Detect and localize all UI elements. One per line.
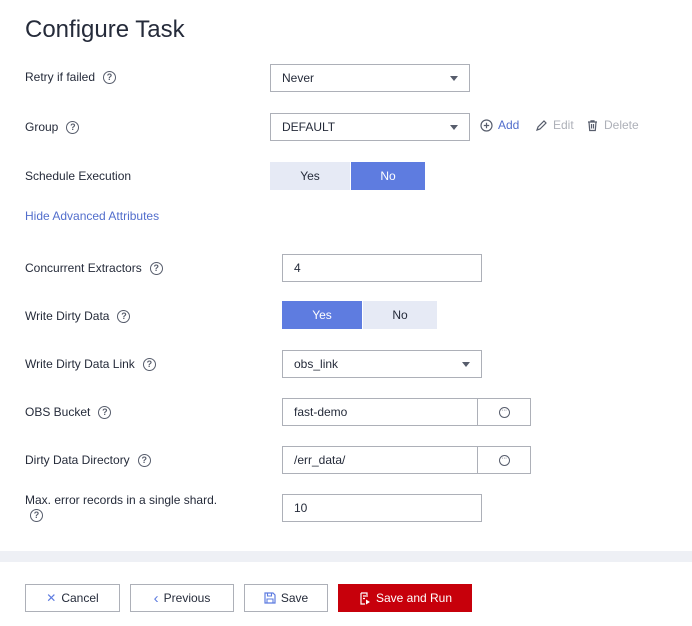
save-and-run-label: Save and Run — [375, 591, 453, 605]
concurrent-input-value: 4 — [294, 261, 301, 275]
group-label-row: Group ? — [25, 120, 80, 134]
dirty-link-label-row: Write Dirty Data Link ? — [25, 357, 156, 371]
save-label: Save — [280, 591, 309, 605]
help-icon[interactable]: ? — [30, 509, 43, 522]
dirty-data-yes-button[interactable]: Yes — [282, 301, 362, 329]
max-errors-label: Max. error records in a single shard. — [25, 493, 218, 507]
dirty-dir-input[interactable]: /err_data/ — [282, 446, 478, 474]
dirty-link-select-value: obs_link — [294, 357, 339, 371]
more-icon: ··· — [498, 454, 510, 466]
group-select[interactable]: DEFAULT — [270, 113, 470, 141]
schedule-label-row: Schedule Execution — [25, 169, 131, 183]
dirty-dir-input-value: /err_data/ — [294, 453, 346, 467]
obs-bucket-input[interactable]: fast-demo — [282, 398, 478, 426]
help-icon[interactable]: ? — [149, 261, 163, 275]
concurrent-input[interactable]: 4 — [282, 254, 482, 282]
help-icon[interactable]: ? — [66, 120, 80, 134]
dirty-dir-label: Dirty Data Directory — [25, 453, 130, 467]
page-title: Configure Task — [25, 16, 185, 43]
delete-label: Delete — [604, 118, 639, 132]
dirty-data-no-button[interactable]: No — [363, 301, 437, 329]
schedule-label: Schedule Execution — [25, 169, 132, 183]
save-and-run-button[interactable]: Save and Run — [338, 584, 472, 612]
max-errors-input[interactable]: 10 — [282, 494, 482, 522]
close-icon: ✕ — [46, 591, 57, 605]
dirty-data-label-row: Write Dirty Data ? — [25, 309, 131, 323]
trash-icon — [588, 119, 597, 131]
retry-select[interactable]: Never — [270, 64, 470, 92]
schedule-no-button[interactable]: No — [351, 162, 425, 190]
max-errors-input-value: 10 — [294, 501, 308, 515]
more-icon: ··· — [498, 406, 510, 418]
save-run-icon — [360, 591, 370, 605]
save-icon — [264, 592, 276, 604]
previous-button[interactable]: ‹ Previous — [130, 584, 234, 612]
retry-select-value: Never — [282, 71, 315, 85]
delete-group-button[interactable]: Delete — [586, 118, 639, 132]
obs-bucket-browse-button[interactable]: ··· — [478, 398, 531, 426]
dirty-link-label: Write Dirty Data Link — [25, 357, 135, 371]
group-select-value: DEFAULT — [282, 120, 336, 134]
help-icon[interactable]: ? — [137, 453, 151, 467]
add-circle-icon — [480, 118, 493, 132]
schedule-yes-button[interactable]: Yes — [270, 162, 350, 190]
retry-label-row: Retry if failed ? — [25, 70, 117, 84]
retry-label: Retry if failed — [25, 70, 96, 84]
hide-advanced-link[interactable]: Hide Advanced Attributes — [25, 209, 159, 223]
chevron-down-icon — [450, 76, 458, 81]
concurrent-label: Concurrent Extractors — [25, 261, 142, 275]
edit-group-button[interactable]: Edit — [535, 118, 574, 132]
help-icon[interactable]: ? — [98, 405, 112, 419]
edit-label: Edit — [553, 118, 574, 132]
max-errors-label-row: Max. error records in a single shard. ? — [25, 494, 235, 522]
obs-bucket-label: OBS Bucket — [25, 405, 91, 419]
help-icon[interactable]: ? — [117, 309, 131, 323]
group-label: Group — [25, 120, 59, 134]
obs-bucket-label-row: OBS Bucket ? — [25, 405, 112, 419]
help-icon[interactable]: ? — [142, 357, 156, 371]
obs-bucket-input-value: fast-demo — [294, 405, 348, 419]
help-icon[interactable]: ? — [103, 70, 117, 84]
dirty-data-label: Write Dirty Data — [25, 309, 110, 323]
dirty-dir-label-row: Dirty Data Directory ? — [25, 453, 151, 467]
schedule-toggle: Yes No — [270, 162, 425, 190]
chevron-left-icon: ‹ — [153, 589, 159, 607]
dirty-dir-browse-button[interactable]: ··· — [478, 446, 531, 474]
add-group-button[interactable]: Add — [480, 118, 519, 132]
pencil-icon — [536, 119, 547, 131]
previous-label: Previous — [163, 591, 211, 605]
chevron-down-icon — [450, 125, 458, 130]
cancel-label: Cancel — [61, 591, 99, 605]
add-label: Add — [498, 118, 520, 132]
cancel-button[interactable]: ✕ Cancel — [25, 584, 120, 612]
dirty-link-select[interactable]: obs_link — [282, 350, 482, 378]
dirty-data-toggle: Yes No — [282, 301, 437, 329]
chevron-down-icon — [462, 362, 470, 367]
concurrent-label-row: Concurrent Extractors ? — [25, 261, 163, 275]
save-button[interactable]: Save — [244, 584, 328, 612]
